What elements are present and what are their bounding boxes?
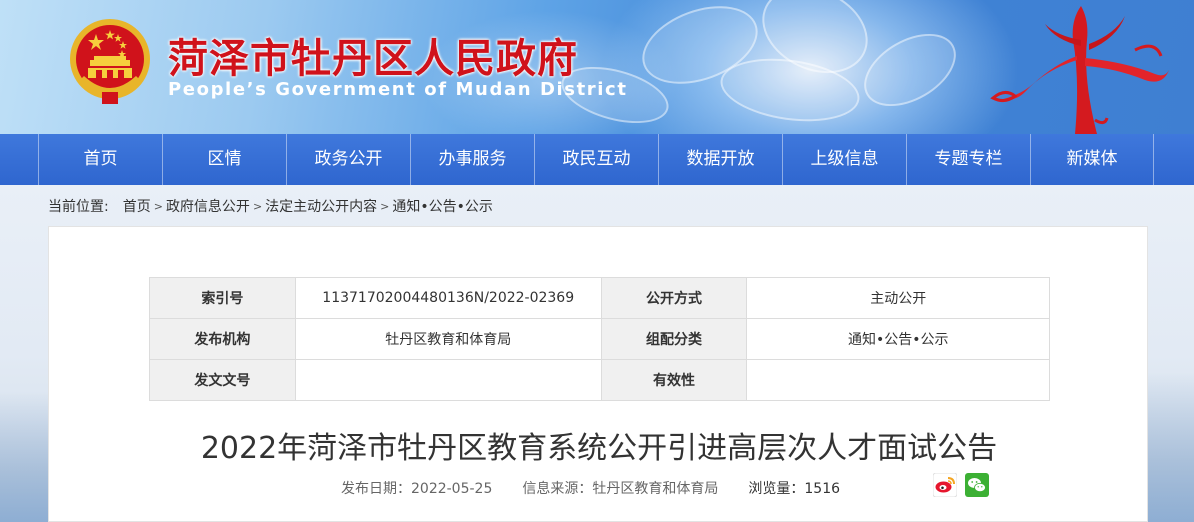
main-nav: 首页 区情 政务公开 办事服务 政民互动 数据开放 上级信息 专题专栏 新媒体 [0,134,1194,185]
view-count: 1516 [804,481,841,497]
national-emblem-icon [70,19,150,104]
nav-item-new-media[interactable]: 新媒体 [1030,134,1154,185]
index-label: 索引号 [149,277,296,319]
breadcrumb-home[interactable]: 首页 [123,196,151,216]
site-subtitle: People’s Government of Mudan District [168,79,628,100]
weibo-icon[interactable] [933,473,957,497]
red-sculpture-icon [990,6,1169,134]
nav-item-topics[interactable]: 专题专栏 [906,134,1030,185]
content-card: 索引号 11371702004480136N/2022-02369 公开方式 主… [48,226,1148,522]
nav-item-higher-info[interactable]: 上级信息 [782,134,906,185]
site-title: 菏泽市牡丹区人民政府 [168,36,578,82]
nav-item-interaction[interactable]: 政民互动 [534,134,658,185]
table-row: 索引号 11371702004480136N/2022-02369 公开方式 主… [149,277,1050,319]
nav-item-services[interactable]: 办事服务 [410,134,534,185]
view-count-prefix: 浏览量： [748,481,805,497]
breadcrumb-separator-icon: > [380,199,390,213]
doc-number-value [294,359,602,401]
index-value: 11371702004480136N/2022-02369 [294,277,602,319]
disclosure-method-label: 公开方式 [600,277,748,319]
breadcrumb-separator-icon: > [153,199,163,213]
disclosure-method-value: 主动公开 [746,277,1050,319]
wechat-icon[interactable] [965,473,989,497]
breadcrumb-statutory[interactable]: 法定主动公开内容 [265,196,377,216]
breadcrumb-gov-info[interactable]: 政府信息公开 [166,196,250,216]
validity-label: 有效性 [600,359,748,401]
share-bar [933,473,997,497]
nav-item-open-data[interactable]: 数据开放 [658,134,782,185]
table-row: 发布机构 牡丹区教育和体育局 组配分类 通知•公告•公示 [149,318,1050,360]
view-count-label: 浏览量：1516 [748,478,840,498]
nav-item-home[interactable]: 首页 [38,134,162,185]
validity-value [746,359,1050,401]
breadcrumb: 当前位置: 首页 > 政府信息公开 > 法定主动公开内容 > 通知•公告•公示 [48,196,493,216]
breadcrumb-label: 当前位置: [48,199,109,215]
publish-date: 发布日期：2022-05-25 [341,481,493,497]
breadcrumb-notices[interactable]: 通知•公告•公示 [392,196,493,216]
table-row: 发文文号 有效性 [149,359,1050,401]
info-source: 信息来源：牡丹区教育和体育局 [522,481,719,497]
category-label: 组配分类 [600,318,748,360]
nav-item-district-info[interactable]: 区情 [162,134,286,185]
category-value: 通知•公告•公示 [746,318,1050,360]
article-title: 2022年菏泽市牡丹区教育系统公开引进高层次人才面试公告 [200,431,998,466]
publisher-value: 牡丹区教育和体育局 [294,318,602,360]
nav-item-gov-affairs[interactable]: 政务公开 [286,134,410,185]
publisher-label: 发布机构 [149,318,296,360]
doc-number-label: 发文文号 [149,359,296,401]
article-meta: 发布日期：2022-05-25 信息来源：牡丹区教育和体育局 浏览量：1516 [341,478,840,498]
header-banner: 菏泽市牡丹区人民政府 People’s Government of Mudan … [0,0,1194,134]
metadata-table: 索引号 11371702004480136N/2022-02369 公开方式 主… [149,277,1050,401]
breadcrumb-separator-icon: > [252,199,263,213]
